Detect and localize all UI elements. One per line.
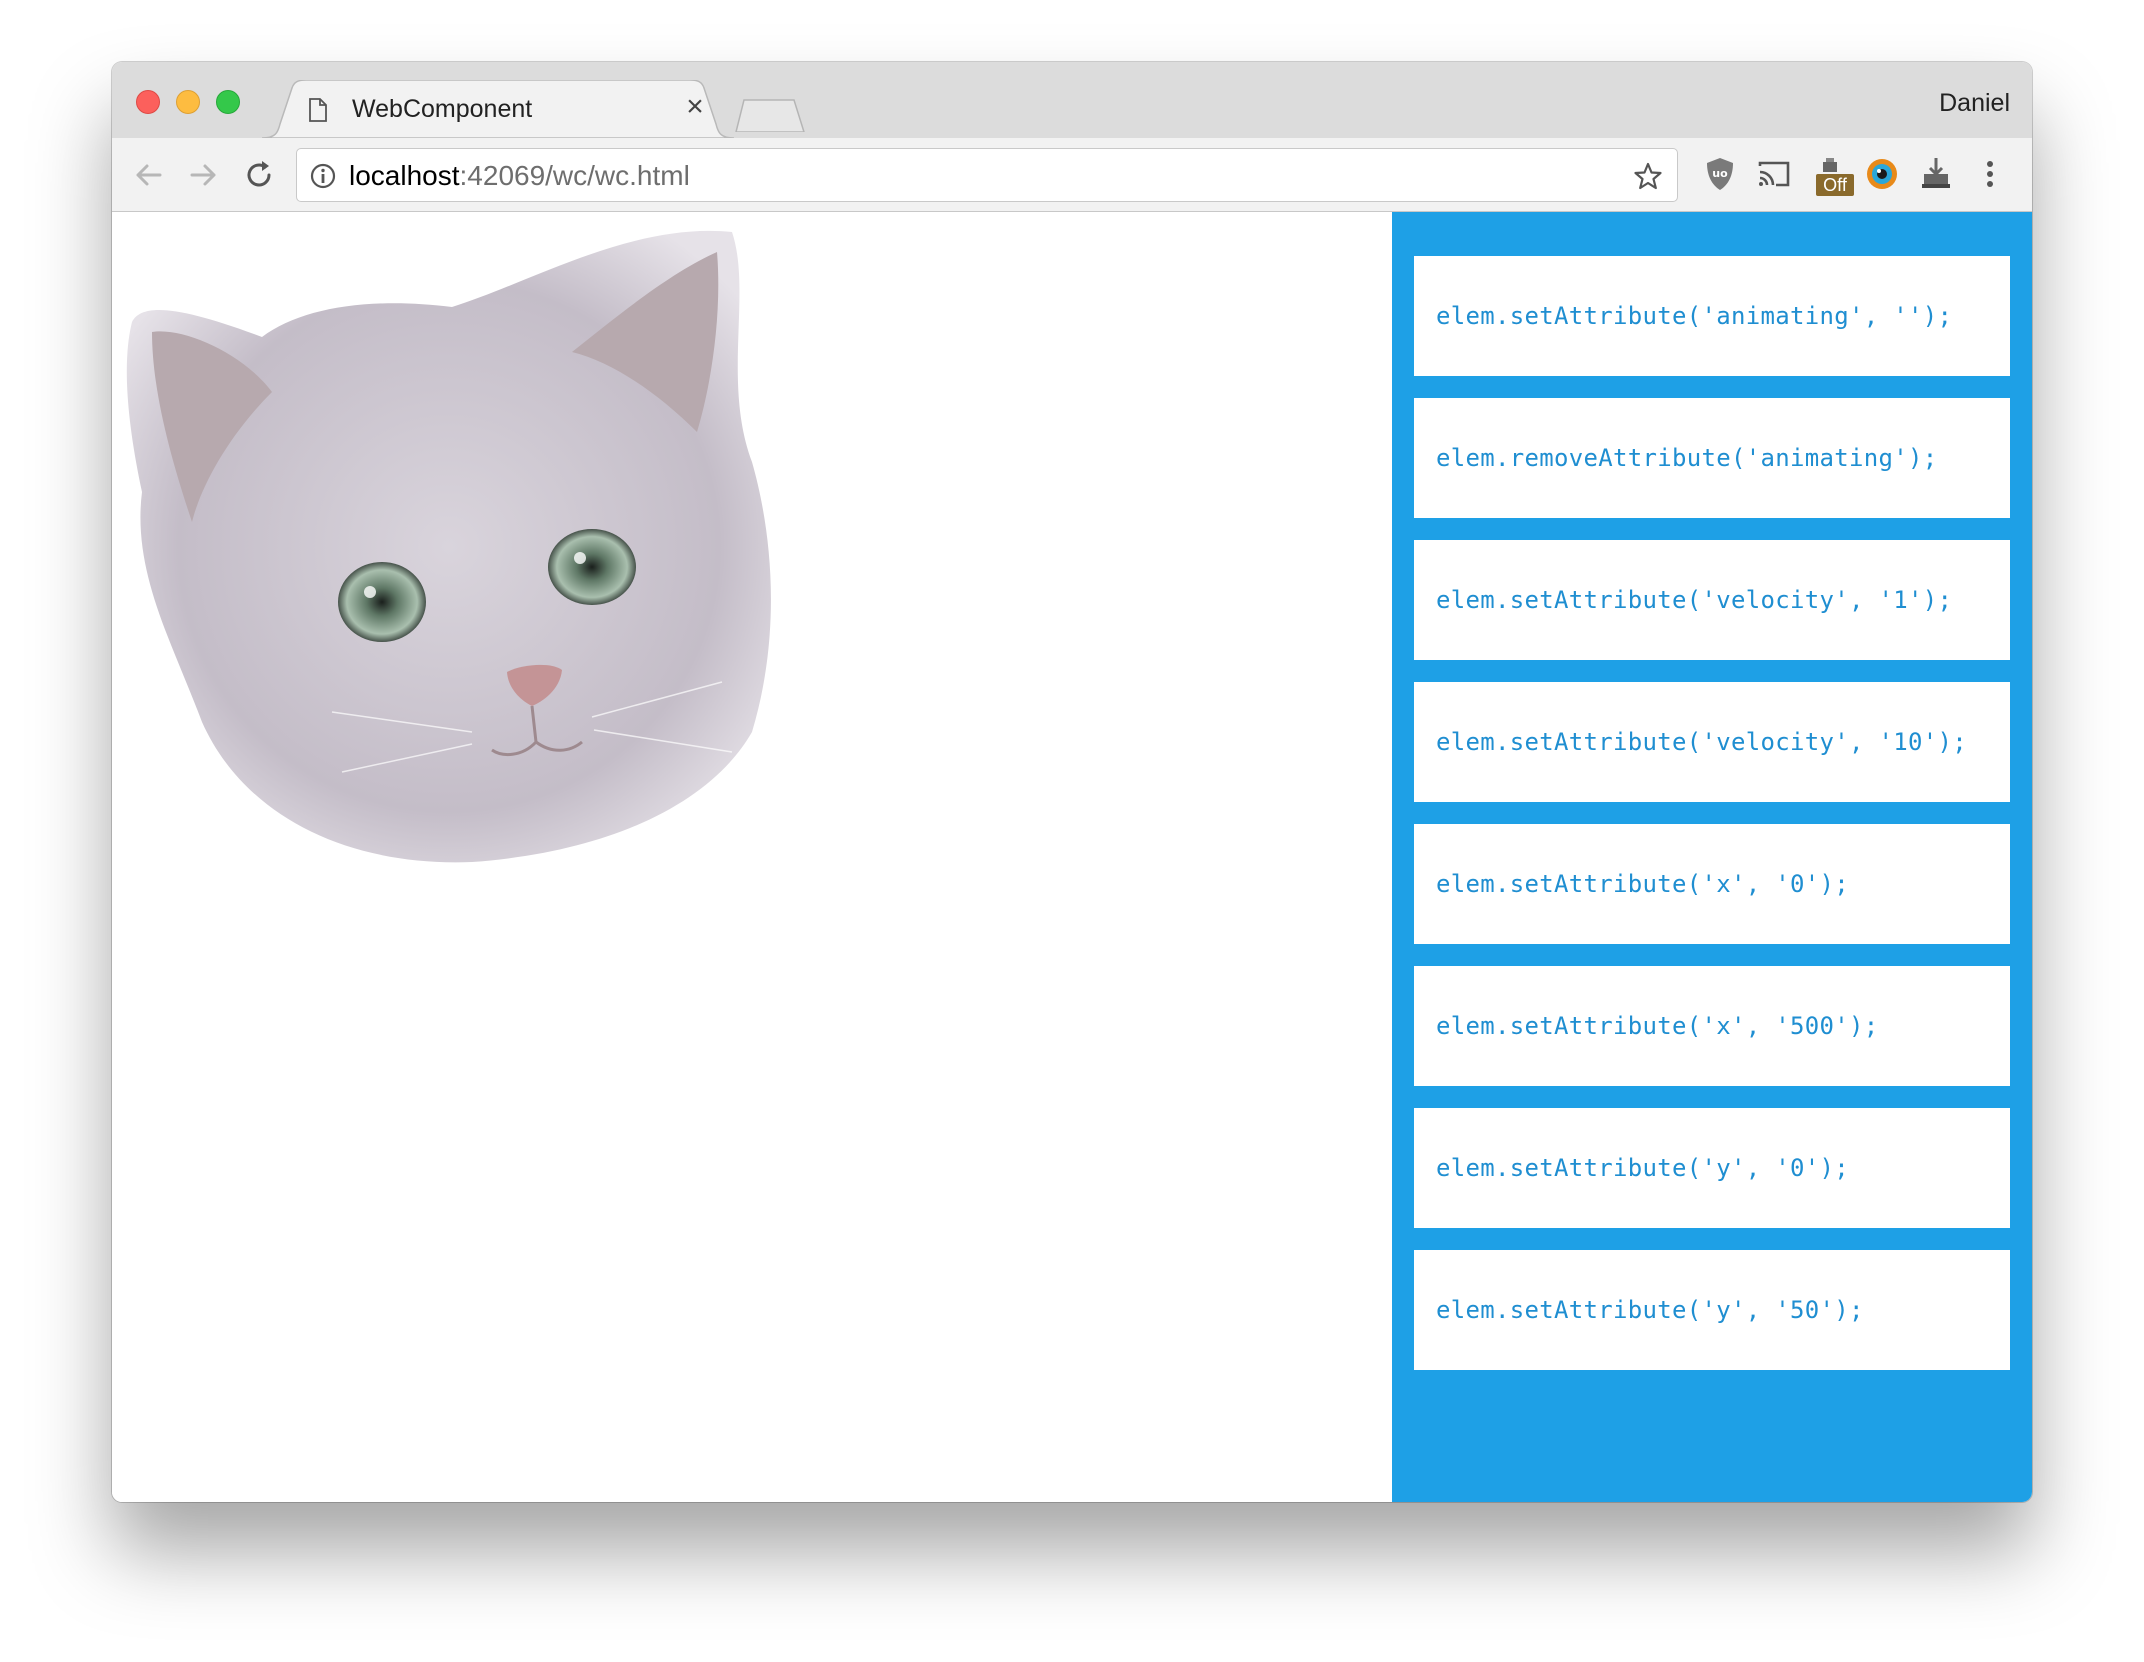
profile-name[interactable]: Daniel: [1939, 88, 2010, 118]
tab-webcomponent[interactable]: WebComponent ×: [262, 80, 734, 138]
url-host: localhost: [349, 160, 460, 191]
forward-arrow-icon[interactable]: [184, 156, 222, 194]
command-label: elem.setAttribute('y', '0');: [1436, 1154, 1849, 1182]
address-bar[interactable]: localhost:42069/wc/wc.html: [296, 148, 1678, 202]
minimize-window-button[interactable]: [176, 90, 200, 114]
off-extension-icon[interactable]: Off: [1808, 154, 1854, 196]
cast-icon[interactable]: [1754, 154, 1794, 194]
set-velocity-10-button[interactable]: elem.setAttribute('velocity', '10');: [1414, 682, 2010, 802]
command-label: elem.setAttribute('x', '500');: [1436, 1012, 1879, 1040]
set-x-500-button[interactable]: elem.setAttribute('x', '500');: [1414, 966, 2010, 1086]
ublock-shield-icon[interactable]: uo: [1700, 154, 1740, 194]
command-panel: elem.setAttribute('animating', ''); elem…: [1392, 212, 2032, 1502]
command-label: elem.setAttribute('x', '0');: [1436, 870, 1849, 898]
tab-title: WebComponent: [352, 95, 533, 123]
off-badge: Off: [1816, 174, 1854, 196]
remove-animating-button[interactable]: elem.removeAttribute('animating');: [1414, 398, 2010, 518]
command-label: elem.setAttribute('y', '50');: [1436, 1296, 1864, 1324]
kitten-image: [126, 230, 771, 863]
eye-extension-icon[interactable]: [1862, 154, 1902, 194]
info-icon[interactable]: [309, 162, 337, 190]
page-content: elem.setAttribute('animating', ''); elem…: [112, 212, 2032, 1502]
title-bar: WebComponent × Daniel: [112, 62, 2032, 138]
tab-close-icon[interactable]: ×: [680, 92, 710, 122]
reload-icon[interactable]: [240, 156, 278, 194]
command-label: elem.setAttribute('velocity', '10');: [1436, 728, 1967, 756]
url-path: :42069/wc/wc.html: [459, 160, 690, 191]
menu-kebab-icon[interactable]: [1970, 154, 2010, 194]
set-animating-button[interactable]: elem.setAttribute('animating', '');: [1414, 256, 2010, 376]
command-label: elem.removeAttribute('animating');: [1436, 444, 1938, 472]
bookmark-star-icon[interactable]: [1633, 161, 1663, 191]
set-y-50-button[interactable]: elem.setAttribute('y', '50');: [1414, 1250, 2010, 1370]
back-arrow-icon[interactable]: [130, 156, 168, 194]
set-x-0-button[interactable]: elem.setAttribute('x', '0');: [1414, 824, 2010, 944]
command-label: elem.setAttribute('velocity', '1');: [1436, 586, 1953, 614]
set-velocity-1-button[interactable]: elem.setAttribute('velocity', '1');: [1414, 540, 2010, 660]
new-tab-button[interactable]: [734, 98, 806, 132]
browser-window: WebComponent × Daniel localhost:42069/wc…: [112, 62, 2032, 1502]
download-tray-icon[interactable]: [1916, 154, 1956, 194]
set-y-0-button[interactable]: elem.setAttribute('y', '0');: [1414, 1108, 2010, 1228]
page-icon: [309, 98, 327, 122]
close-window-button[interactable]: [136, 90, 160, 114]
command-label: elem.setAttribute('animating', '');: [1436, 302, 1953, 330]
url-text[interactable]: localhost:42069/wc/wc.html: [349, 159, 690, 193]
svg-text:uo: uo: [1712, 167, 1728, 180]
zoom-window-button[interactable]: [216, 90, 240, 114]
browser-toolbar: localhost:42069/wc/wc.html uo Off: [112, 138, 2032, 212]
extension-cup-icon: [1823, 158, 1837, 172]
